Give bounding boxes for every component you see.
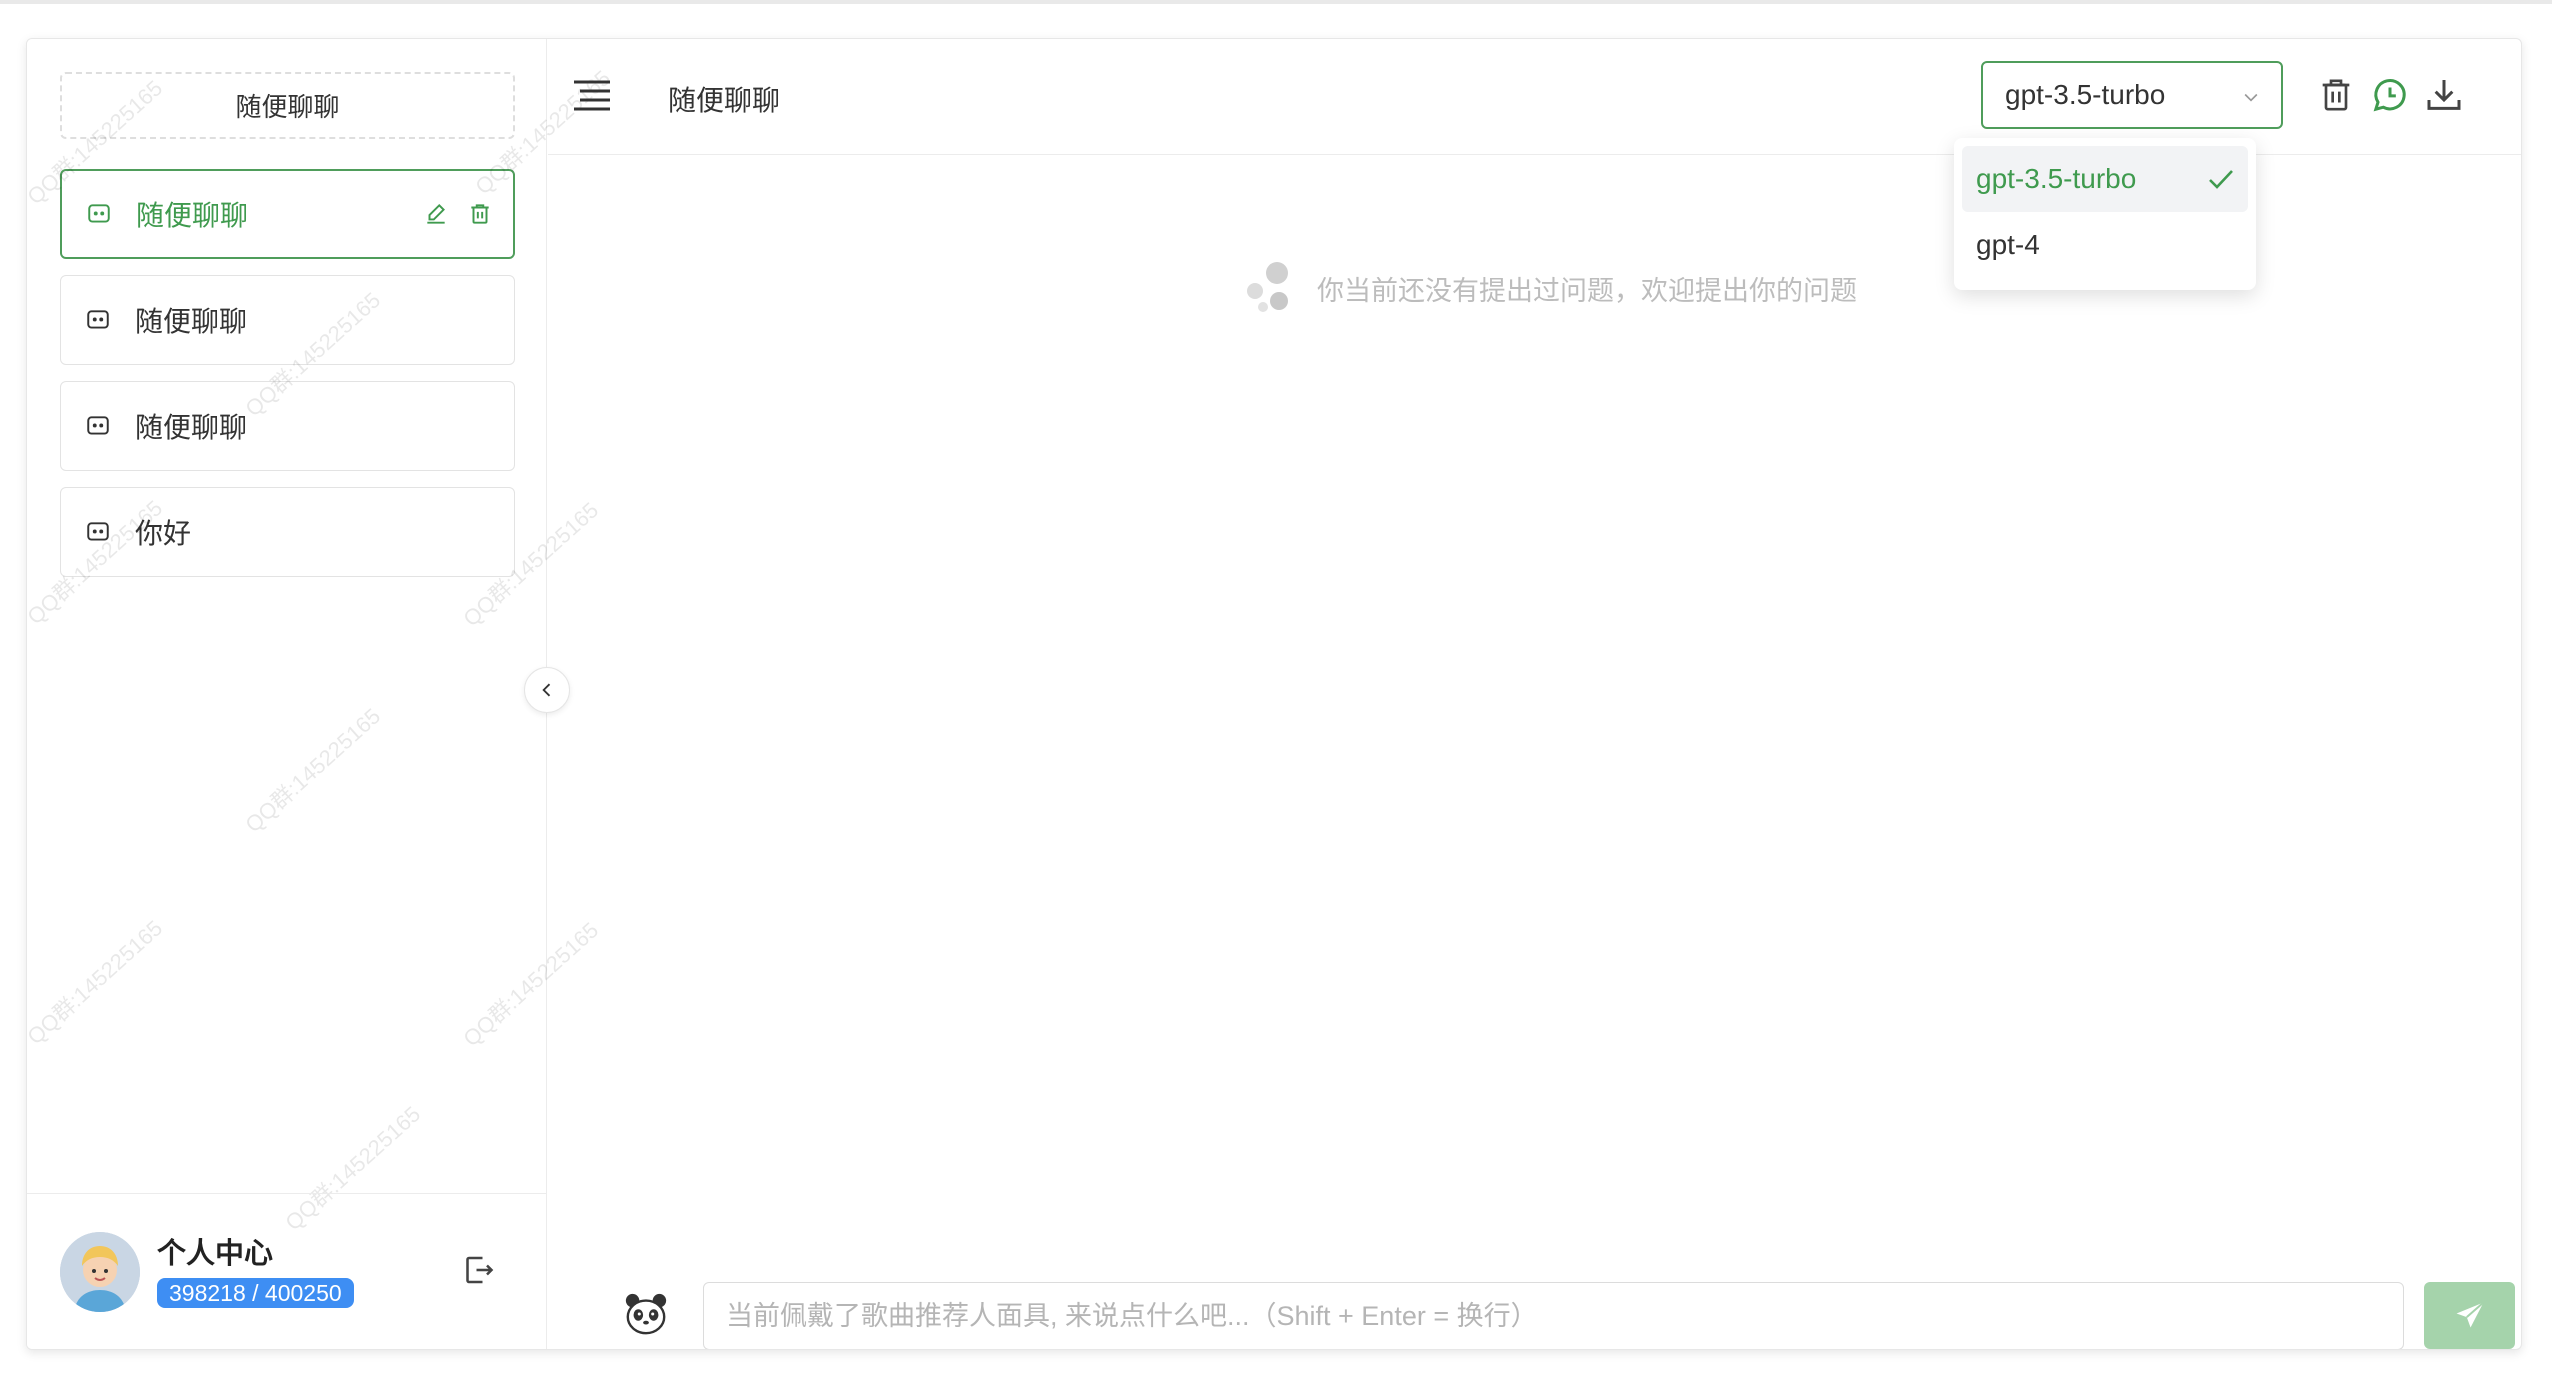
paper-plane-icon — [2456, 1301, 2484, 1327]
chat-item-label: 随便聊聊 — [135, 306, 248, 337]
chevron-down-icon — [2241, 87, 2261, 107]
chat-item[interactable]: 你好 — [60, 487, 515, 577]
chat-item[interactable]: 随便聊聊 — [60, 381, 515, 471]
bubbles-icon — [1245, 261, 1295, 315]
model-dropdown: gpt-3.5-turbo gpt-4 — [1954, 138, 2256, 290]
mask-selector-button[interactable] — [623, 1291, 669, 1337]
model-option-gpt-3-5-turbo[interactable]: gpt-3.5-turbo — [1962, 146, 2248, 212]
watermark: QQ群:145225165 — [26, 915, 168, 1050]
panda-icon — [625, 1293, 667, 1335]
chat-item-label: 你好 — [135, 518, 192, 549]
user-center-label[interactable]: 个人中心 — [157, 1230, 273, 1272]
message-square-icon — [86, 201, 112, 227]
empty-state-text: 你当前还没有提出过问题，欢迎提出你的问题 — [1317, 275, 1857, 306]
chat-item-actions — [423, 201, 493, 227]
collapse-sidebar-button[interactable] — [524, 667, 570, 713]
message-input[interactable] — [703, 1282, 2404, 1349]
logout-icon[interactable] — [460, 1252, 496, 1288]
model-option-gpt-4[interactable]: gpt-4 — [1962, 212, 2248, 278]
chevron-left-icon — [542, 683, 551, 697]
pencil-icon[interactable] — [423, 201, 449, 227]
message-square-icon — [85, 519, 111, 545]
menu-icon[interactable] — [572, 78, 612, 114]
trash-icon[interactable] — [467, 201, 493, 227]
history-button[interactable] — [2370, 75, 2410, 115]
model-select[interactable]: gpt-3.5-turbo — [1981, 61, 2283, 129]
message-square-icon — [85, 307, 111, 333]
model-option-label: gpt-3.5-turbo — [1976, 163, 2137, 194]
download-icon — [2427, 80, 2461, 110]
whatsapp-clock-icon — [2373, 79, 2406, 112]
clear-chat-button[interactable] — [2316, 75, 2356, 115]
page-title: 随便聊聊 — [668, 85, 781, 116]
sidebar: 随便聊聊 随便聊聊 随便聊聊 随便聊聊 你好 QQ群:145225165 QQ群… — [26, 39, 615, 1349]
chat-item-label: 随便聊聊 — [135, 412, 248, 443]
avatar[interactable] — [60, 1232, 140, 1312]
user-panel: 个人中心 398218 / 400250 — [27, 1193, 547, 1349]
check-icon — [2208, 168, 2234, 190]
chat-item-active[interactable]: 随便聊聊 — [60, 169, 515, 259]
trash-icon — [2322, 79, 2350, 111]
new-chat-button[interactable]: 随便聊聊 — [60, 72, 515, 139]
empty-state: 你当前还没有提出过问题，欢迎提出你的问题 — [1245, 261, 1857, 315]
top-border — [0, 0, 2552, 4]
message-square-icon — [85, 413, 111, 439]
quota-badge: 398218 / 400250 — [157, 1278, 354, 1308]
send-button[interactable] — [2424, 1282, 2515, 1349]
model-option-label: gpt-4 — [1976, 229, 2040, 260]
chat-item[interactable]: 随便聊聊 — [60, 275, 515, 365]
watermark: QQ群:145225165 — [240, 703, 386, 838]
model-select-value: gpt-3.5-turbo — [2005, 79, 2166, 110]
watermark: QQ群:145225165 — [458, 917, 604, 1052]
download-button[interactable] — [2424, 75, 2464, 115]
chat-item-label: 随便聊聊 — [136, 200, 249, 231]
